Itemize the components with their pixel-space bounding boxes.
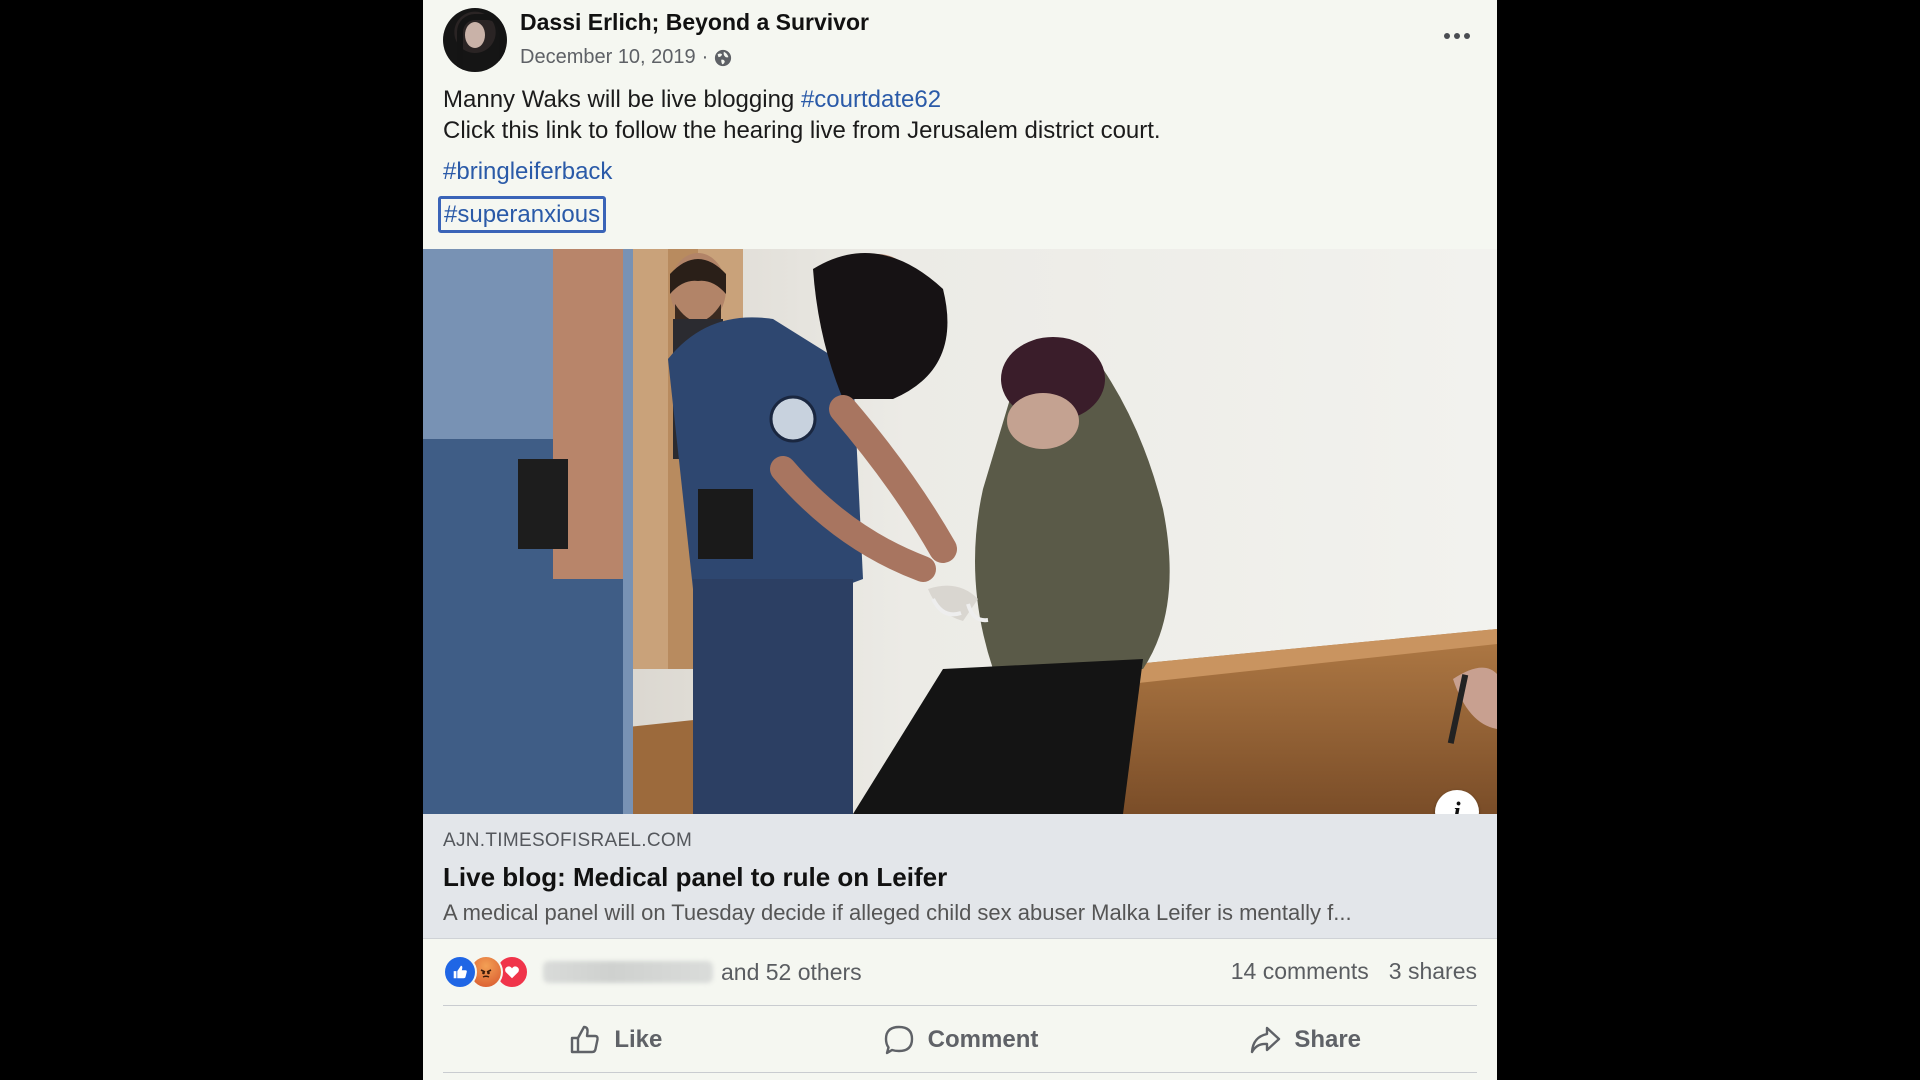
actions-divider-top [443,1005,1477,1006]
share-label: Share [1294,1026,1362,1053]
facebook-post-card: Dassi Erlich; Beyond a Survivor December… [423,0,1497,1080]
actions-divider-bottom [443,1072,1477,1073]
reactions-summary[interactable]: and 52 others [443,955,862,989]
post-actions: Like Comment Share [443,1008,1477,1072]
post-text-line1: Manny Waks will be live blogging [443,86,801,113]
post-text: Manny Waks will be live blogging #courtd… [443,84,1161,146]
share-arrow-icon [1251,1026,1281,1054]
reactions-others[interactable]: and 52 others [721,959,862,986]
thumbs-up-icon [571,1025,600,1054]
more-options-icon[interactable] [1439,24,1475,48]
engagement-counts: 14 comments 3 shares [1231,958,1477,985]
link-preview[interactable]: AJN.TIMESOFISRAEL.COM Live blog: Medical… [423,814,1497,939]
date-separator: · [701,46,709,68]
link-description: A medical panel will on Tuesday decide i… [443,900,1352,925]
comment-bubble-icon [884,1025,913,1055]
like-button[interactable]: Like [443,1008,788,1072]
hashtag-courtdate62[interactable]: #courtdate62 [801,86,941,113]
author-avatar[interactable] [443,8,507,72]
globe-icon [715,49,732,66]
post-text-line2: Click this link to follow the hearing li… [443,117,1161,144]
share-button[interactable]: Share [1132,1008,1477,1072]
comments-count[interactable]: 14 comments [1231,958,1369,985]
comment-button[interactable]: Comment [788,1008,1133,1072]
like-label: Like [614,1026,663,1053]
blurred-reactor-names [543,961,713,983]
post-meta: December 10, 2019 · [520,46,732,69]
like-reaction-icon [443,955,477,989]
hashtag-superanxious[interactable]: #superanxious [438,196,607,233]
comment-label: Comment [927,1026,1039,1053]
post-date[interactable]: December 10, 2019 [520,46,696,69]
author-name[interactable]: Dassi Erlich; Beyond a Survivor [520,9,869,36]
hashtag-bringleiferback[interactable]: #bringleiferback [443,158,612,186]
link-preview-image[interactable] [423,249,1497,814]
shares-count[interactable]: 3 shares [1389,958,1477,985]
link-domain: AJN.TIMESOFISRAEL.COM [443,830,693,851]
link-title[interactable]: Live blog: Medical panel to rule on Leif… [443,862,947,893]
